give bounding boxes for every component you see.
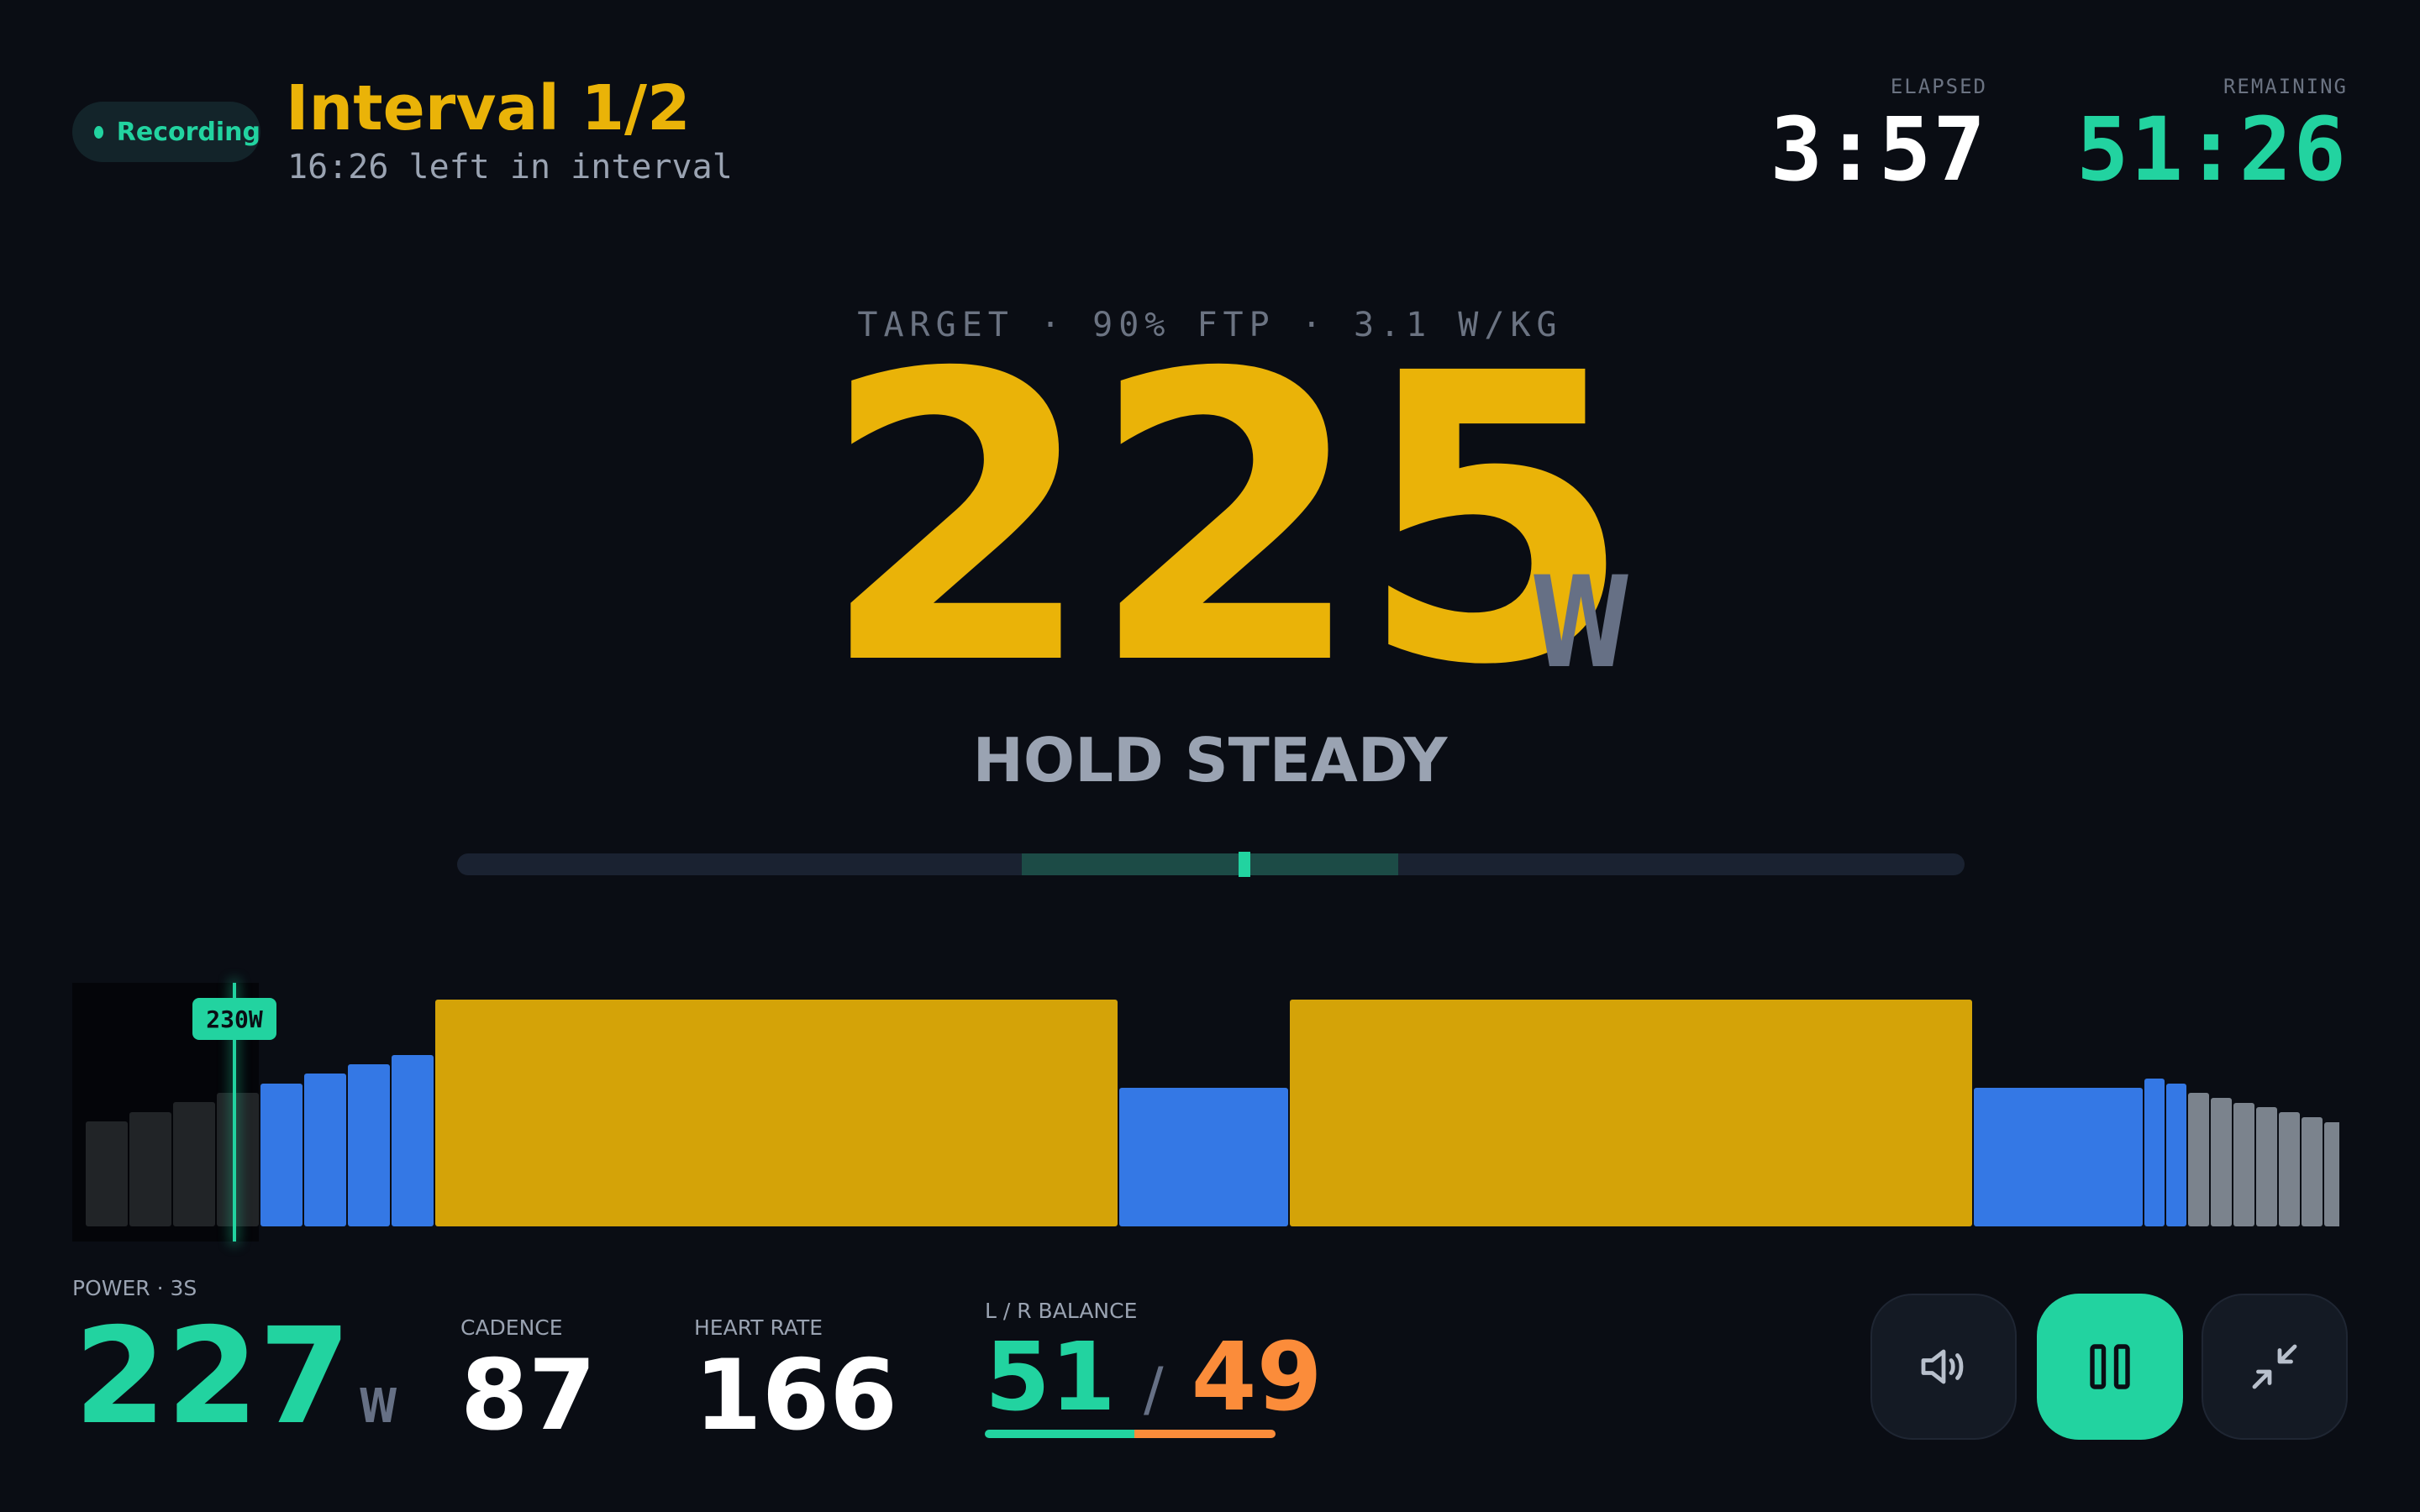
sound-button[interactable] bbox=[1870, 1294, 2017, 1440]
power-3s-label: POWER · 3S bbox=[72, 1276, 197, 1300]
remaining-caption: REMAINING bbox=[2223, 75, 2348, 98]
recording-dot-icon bbox=[94, 125, 103, 139]
interval-time-left: 16:26 left in interval bbox=[287, 148, 733, 186]
workout-segment-cool bbox=[2144, 1079, 2165, 1226]
balance-right-value: 49 bbox=[1191, 1323, 1323, 1432]
target-power-value: 225 bbox=[819, 291, 1634, 752]
workout-segment-rec bbox=[1974, 1088, 2143, 1226]
workout-segment-work bbox=[435, 1000, 1118, 1226]
interval-title: Interval 1/2 bbox=[286, 72, 691, 144]
recording-badge: Recording bbox=[72, 102, 260, 162]
workout-segment-cd bbox=[2256, 1107, 2277, 1226]
workout-segment-ramp bbox=[348, 1064, 390, 1226]
workout-segment-ramp bbox=[392, 1055, 434, 1226]
recording-label: Recording bbox=[116, 117, 260, 147]
balance-bar-right bbox=[1134, 1430, 1276, 1438]
workout-segment-ramp bbox=[304, 1074, 346, 1226]
workout-segment-cool bbox=[2166, 1084, 2186, 1226]
power-3s-value: 227 bbox=[74, 1299, 351, 1454]
workout-segment-cd bbox=[2233, 1103, 2254, 1226]
workout-profile-chart[interactable] bbox=[71, 981, 2339, 1243]
workout-segment-work bbox=[1290, 1000, 1972, 1226]
workout-segment-cd bbox=[2279, 1112, 2300, 1226]
pause-button[interactable] bbox=[2037, 1294, 2183, 1440]
workout-segment-rec bbox=[1119, 1088, 1288, 1226]
minimize-button[interactable] bbox=[2202, 1294, 2348, 1440]
cadence-value: 87 bbox=[460, 1339, 597, 1452]
power-zone-current-marker bbox=[1239, 852, 1250, 877]
balance-bar-left bbox=[985, 1430, 1134, 1438]
elapsed-time: 3:57 bbox=[1770, 98, 1987, 201]
speaker-icon bbox=[1921, 1349, 1964, 1384]
balance-separator: / bbox=[1143, 1355, 1164, 1424]
balance-left-value: 51 bbox=[985, 1323, 1116, 1432]
minimize-icon bbox=[2252, 1344, 2297, 1389]
coaching-cue: HOLD STEADY bbox=[972, 725, 1448, 795]
balance-label: L / R BALANCE bbox=[985, 1299, 1138, 1323]
power-zone-target-band bbox=[1022, 853, 1398, 875]
power-3s-readout: 227 W bbox=[74, 1310, 411, 1443]
pause-icon bbox=[2090, 1344, 2130, 1389]
remaining-time: 51:26 bbox=[2075, 98, 2348, 201]
heart-rate-label: HEART RATE bbox=[694, 1315, 823, 1340]
current-position-label: 230W bbox=[192, 998, 276, 1040]
workout-segment-cd bbox=[2324, 1122, 2339, 1226]
workout-segment-ramp bbox=[260, 1084, 302, 1226]
heart-rate-value: 166 bbox=[694, 1339, 898, 1452]
target-power-unit: W bbox=[1531, 550, 1632, 696]
cadence-label: CADENCE bbox=[460, 1315, 563, 1340]
workout-segment-cd bbox=[2188, 1093, 2209, 1226]
workout-segment-cd bbox=[2302, 1117, 2323, 1226]
balance-readout: 51 / 49 bbox=[985, 1331, 1323, 1425]
workout-segment-cd bbox=[2211, 1098, 2232, 1226]
power-3s-unit: W bbox=[358, 1379, 398, 1434]
elapsed-caption: ELAPSED bbox=[1890, 75, 1987, 98]
